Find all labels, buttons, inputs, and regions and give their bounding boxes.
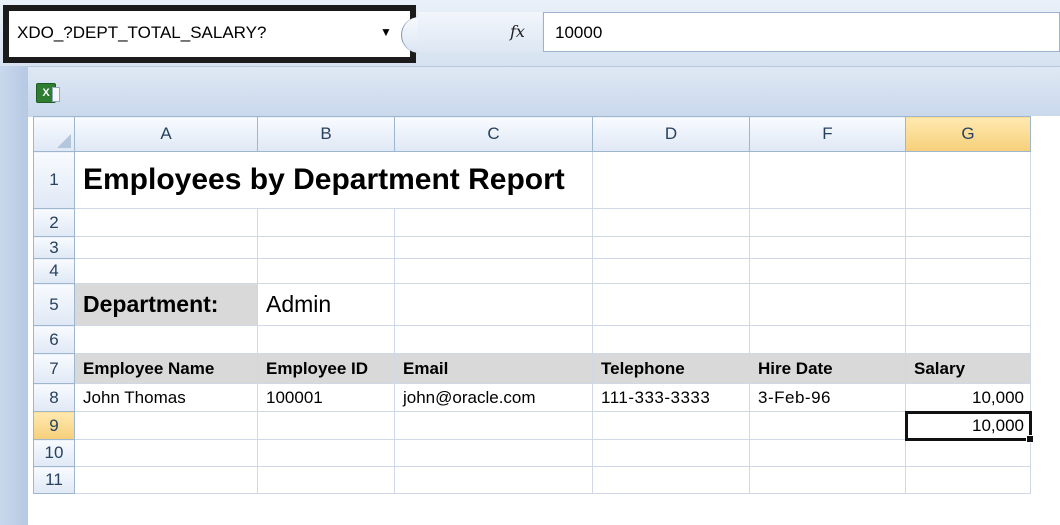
cell[interactable] — [905, 439, 1031, 467]
column-header-a[interactable]: A — [74, 116, 258, 152]
cell[interactable] — [592, 236, 750, 259]
cell[interactable] — [592, 439, 750, 467]
worksheet-grid[interactable]: A B C D F G 1 Employees by Department Re… — [33, 116, 1060, 525]
cell[interactable] — [394, 236, 593, 259]
header-employee-id[interactable]: Employee ID — [257, 353, 395, 384]
cell[interactable] — [592, 411, 750, 440]
cell[interactable] — [592, 466, 750, 494]
workbook-titlebar: X — [28, 66, 1060, 117]
formula-input[interactable]: 10000 — [543, 12, 1060, 52]
header-telephone[interactable]: Telephone — [592, 353, 750, 384]
row-header-1[interactable]: 1 — [33, 151, 75, 209]
cell[interactable] — [749, 325, 906, 354]
cell[interactable] — [257, 439, 395, 467]
cell[interactable] — [74, 258, 258, 284]
report-title[interactable]: Employees by Department Report — [74, 151, 593, 209]
cell[interactable] — [592, 325, 750, 354]
row-header-7[interactable]: 7 — [33, 353, 75, 384]
formula-bar: XDO_?DEPT_TOTAL_SALARY? ▼ fx 10000 — [0, 0, 1060, 66]
hire-date-cell[interactable]: 3-Feb-96 — [749, 383, 906, 412]
cell[interactable] — [749, 439, 906, 467]
cell[interactable] — [592, 151, 750, 209]
cell[interactable] — [592, 208, 750, 237]
cell[interactable] — [749, 151, 906, 209]
email-cell[interactable]: john@oracle.com — [394, 383, 593, 412]
row-header-2[interactable]: 2 — [33, 208, 75, 237]
column-header-c[interactable]: C — [394, 116, 593, 152]
row-header-9[interactable]: 9 — [33, 411, 75, 440]
cell[interactable] — [74, 325, 258, 354]
cell[interactable] — [394, 208, 593, 237]
salary-cell[interactable]: 10,000 — [905, 383, 1031, 412]
cell[interactable] — [749, 411, 906, 440]
header-salary[interactable]: Salary — [905, 353, 1031, 384]
select-all-corner[interactable] — [33, 116, 75, 152]
cell[interactable] — [749, 258, 906, 284]
row-header-11[interactable]: 11 — [33, 466, 75, 494]
row-header-10[interactable]: 10 — [33, 439, 75, 467]
insert-function-icon[interactable]: fx — [510, 22, 525, 41]
row-header-4[interactable]: 4 — [33, 258, 75, 284]
cell[interactable] — [905, 208, 1031, 237]
cell[interactable] — [394, 439, 593, 467]
cell[interactable] — [749, 283, 906, 326]
column-header-f[interactable]: F — [749, 116, 906, 152]
employee-id-cell[interactable]: 100001 — [257, 383, 395, 412]
cell[interactable] — [257, 236, 395, 259]
cell[interactable] — [394, 258, 593, 284]
chevron-down-icon[interactable]: ▼ — [380, 25, 392, 39]
employee-name-cell[interactable]: John Thomas — [74, 383, 258, 412]
cell[interactable] — [74, 439, 258, 467]
cell[interactable] — [394, 411, 593, 440]
cell[interactable] — [74, 208, 258, 237]
cell[interactable] — [905, 283, 1031, 326]
row-header-5[interactable]: 5 — [33, 283, 75, 326]
cell[interactable] — [905, 466, 1031, 494]
excel-workbook-icon[interactable]: X — [36, 83, 60, 103]
cell[interactable] — [905, 258, 1031, 284]
cell[interactable] — [905, 151, 1031, 209]
cell[interactable] — [394, 325, 593, 354]
cell[interactable] — [592, 283, 750, 326]
header-hire-date[interactable]: Hire Date — [749, 353, 906, 384]
row-header-6[interactable]: 6 — [33, 325, 75, 354]
sheet-table: A B C D F G 1 Employees by Department Re… — [33, 116, 1035, 494]
name-box-value: XDO_?DEPT_TOTAL_SALARY? — [17, 23, 267, 42]
cell[interactable] — [749, 466, 906, 494]
cell[interactable] — [394, 283, 593, 326]
name-box[interactable]: XDO_?DEPT_TOTAL_SALARY? ▼ — [3, 5, 432, 63]
cell[interactable] — [257, 208, 395, 237]
cell[interactable] — [74, 411, 258, 440]
department-value[interactable]: Admin — [257, 283, 395, 326]
cell[interactable] — [592, 258, 750, 284]
row-header-8[interactable]: 8 — [33, 383, 75, 412]
department-label[interactable]: Department: — [74, 283, 258, 326]
formula-value: 10000 — [555, 23, 603, 42]
cell[interactable] — [74, 466, 258, 494]
dept-total-salary-cell[interactable]: 10,000 — [904, 410, 1035, 444]
cell[interactable] — [257, 411, 395, 440]
column-header-b[interactable]: B — [257, 116, 395, 152]
cell[interactable] — [257, 258, 395, 284]
cell[interactable] — [394, 466, 593, 494]
column-header-d[interactable]: D — [592, 116, 750, 152]
window-frame — [0, 66, 28, 525]
cell[interactable] — [257, 325, 395, 354]
telephone-cell[interactable]: 111-333-3333 — [592, 383, 750, 412]
row-header-3[interactable]: 3 — [33, 236, 75, 259]
cell[interactable] — [749, 208, 906, 237]
cell[interactable] — [257, 466, 395, 494]
header-email[interactable]: Email — [394, 353, 593, 384]
header-employee-name[interactable]: Employee Name — [74, 353, 258, 384]
cell[interactable] — [905, 236, 1031, 259]
cell[interactable] — [74, 236, 258, 259]
cell[interactable] — [905, 325, 1031, 354]
cell[interactable] — [749, 236, 906, 259]
column-header-g[interactable]: G — [905, 116, 1031, 152]
